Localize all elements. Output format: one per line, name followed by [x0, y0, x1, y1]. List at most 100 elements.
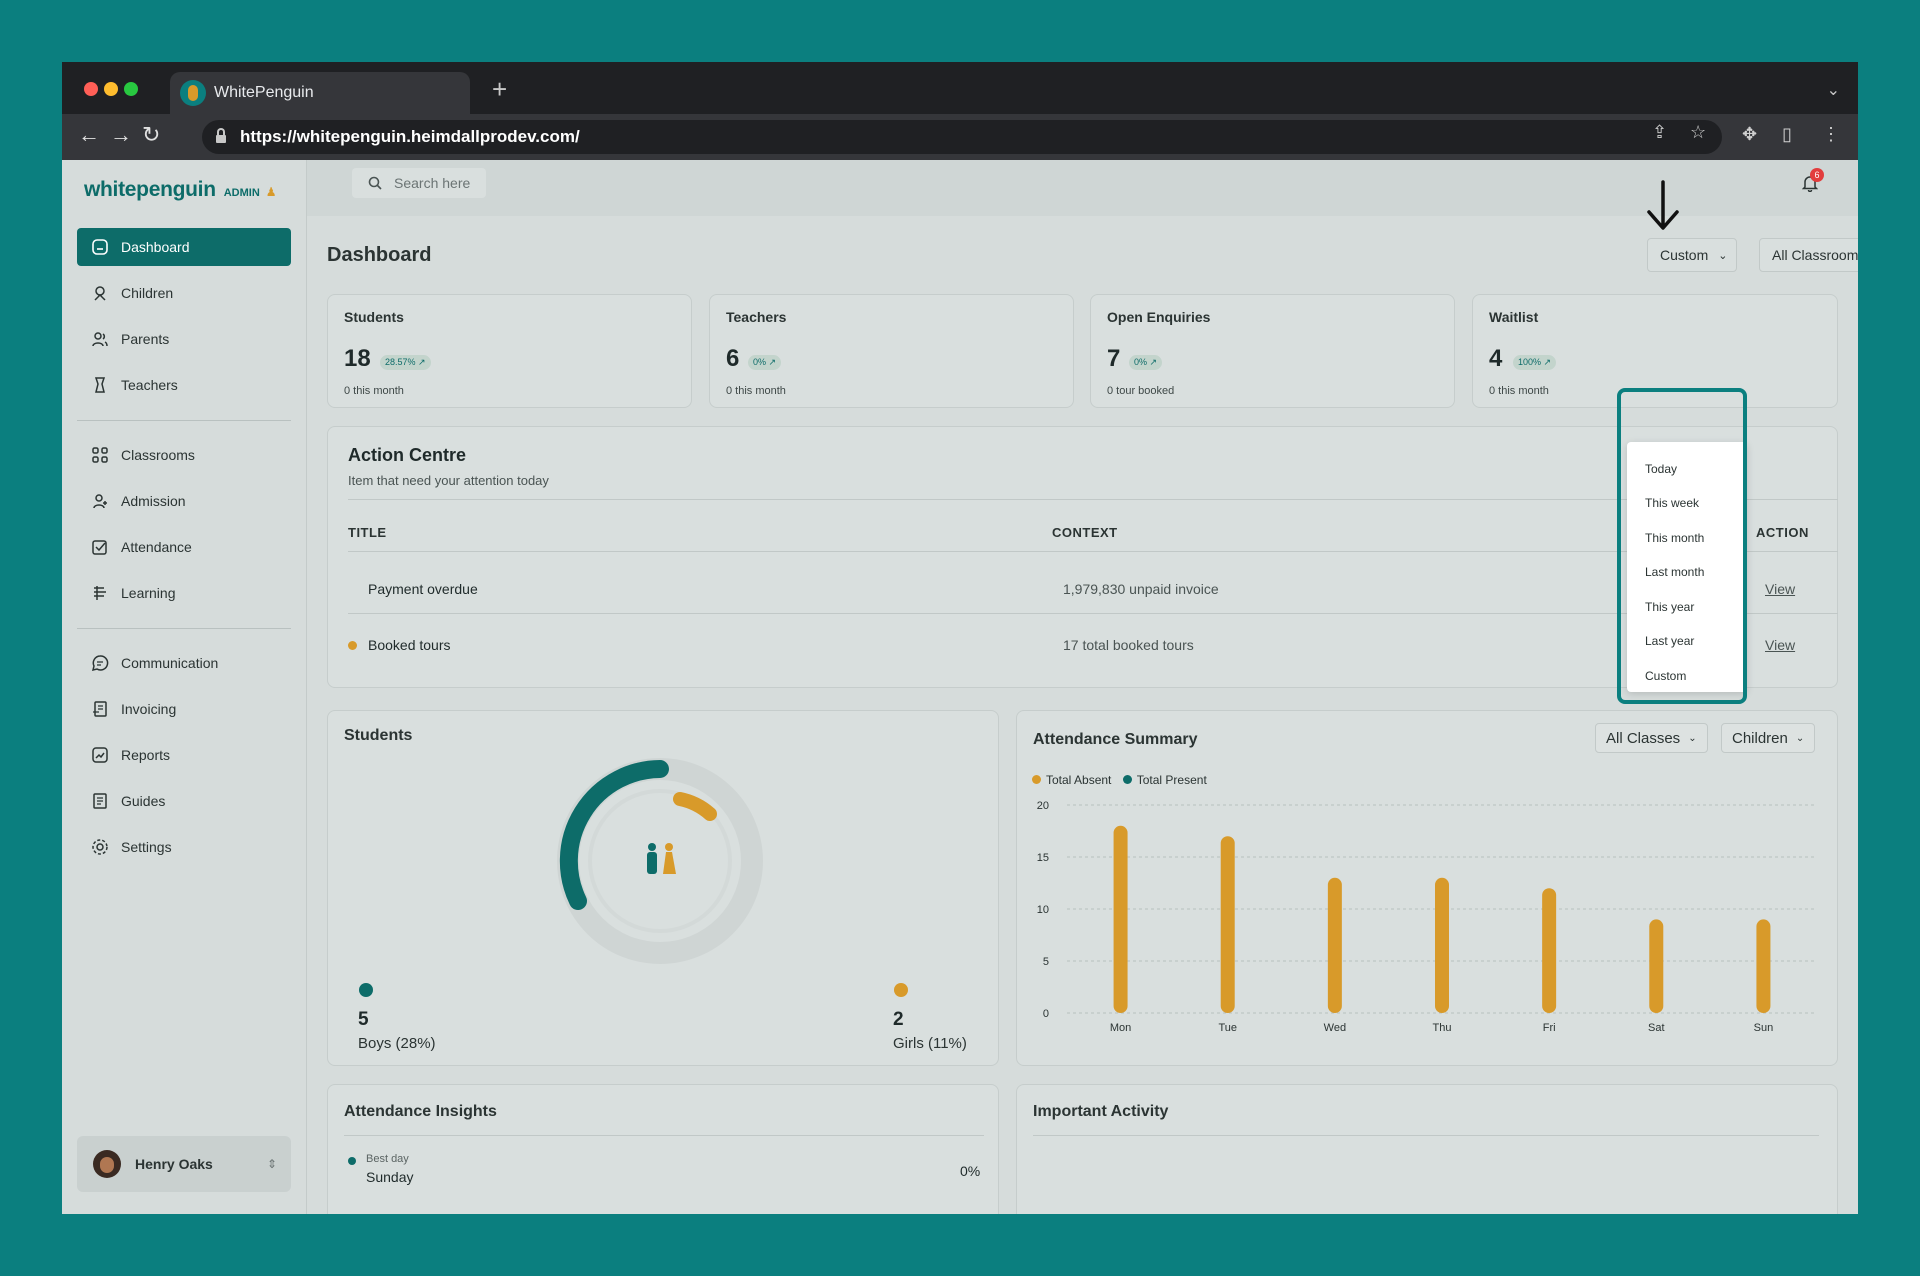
invoicing-icon: [93, 701, 107, 717]
x-tick-label: Tue: [1218, 1022, 1237, 1034]
search-input[interactable]: Search here: [352, 168, 486, 198]
action-centre-subtitle: Item that need your attention today: [348, 473, 549, 488]
sidebar-item-teachers[interactable]: Teachers: [77, 366, 291, 404]
legend-dot: [1122, 775, 1132, 784]
sidebar-item-children[interactable]: Children: [77, 274, 291, 312]
date-range-select[interactable]: Custom ⌄: [1647, 238, 1737, 272]
side-panel-icon[interactable]: ▯: [1782, 124, 1792, 145]
stat-value: 4: [1489, 345, 1503, 372]
main-content: Dashboard Custom ⌄ All Classrooms ⌄ Stud…: [307, 180, 1858, 1214]
back-arrow-icon[interactable]: ←: [78, 122, 100, 148]
legend-dot: [1032, 775, 1041, 784]
y-tick-label: 10: [1037, 904, 1049, 916]
user-name: Henry Oaks: [135, 1156, 213, 1172]
x-tick-label: Wed: [1324, 1022, 1346, 1034]
attendance-summary-title: Attendance Summary: [1033, 731, 1198, 748]
bar-absent-tue: [1220, 836, 1235, 1013]
girls-legend-dot: [894, 983, 908, 997]
sidebar-item-guides[interactable]: Guides: [77, 782, 291, 820]
forward-arrow-icon[interactable]: →: [110, 122, 132, 148]
minimize-window-icon[interactable]: [104, 82, 118, 96]
attendance-icon: [92, 540, 107, 555]
column-header-context: CONTEXT: [1052, 525, 1118, 540]
stat-card-students[interactable]: Students 18 28.57% ↗ 0 this month: [327, 294, 692, 408]
browser-menu-icon[interactable]: ⋮: [1822, 124, 1840, 145]
sidebar-item-dashboard[interactable]: Dashboard: [77, 228, 291, 266]
chevron-down-icon: ⌄: [1795, 732, 1805, 744]
nav-divider: [77, 628, 291, 629]
boys-label: Boys (28%): [358, 1035, 436, 1052]
stat-subtext: 0 tour booked: [1107, 385, 1175, 397]
browser-tab[interactable]: WhitePenguin: [170, 72, 470, 114]
x-tick-label: Mon: [1110, 1022, 1131, 1034]
legend-label: Total Present: [1136, 773, 1207, 787]
tab-list-chevron-icon[interactable]: ⌄: [1827, 80, 1840, 100]
sidebar-item-communication[interactable]: Communication: [77, 644, 291, 682]
row-context: 17 total booked tours: [1063, 637, 1194, 653]
parents-icon: [92, 332, 108, 347]
admin-badge-icon: ♟: [265, 185, 277, 199]
important-activity-card: Important Activity: [1016, 1084, 1838, 1214]
bar-absent-sun: [1756, 919, 1771, 1013]
stat-card-teachers[interactable]: Teachers 6 0% ↗ 0 this month: [709, 294, 1074, 408]
guides-icon: [93, 793, 107, 809]
avatar: [93, 1150, 121, 1178]
boys-count: 5: [358, 1009, 369, 1030]
stat-card-open-enquiries[interactable]: Open Enquiries 7 0% ↗ 0 tour booked: [1090, 294, 1455, 408]
browser-toolbar: ← → ↻ https://whitepenguin.heimdallprode…: [62, 114, 1858, 160]
sidebar-item-invoicing[interactable]: Invoicing: [77, 690, 291, 728]
group-filter-select[interactable]: Children ⌄: [1721, 723, 1816, 753]
extensions-icon[interactable]: ✥: [1742, 124, 1757, 145]
stat-change-badge: 0% ↗: [748, 355, 782, 370]
view-link[interactable]: View: [1765, 637, 1795, 653]
app-topbar: Search here 6: [307, 160, 1858, 216]
stat-value: 7: [1107, 345, 1121, 372]
lock-icon: [216, 128, 226, 143]
best-day-label: Best day: [366, 1153, 409, 1165]
address-bar[interactable]: https://whitepenguin.heimdallprodev.com/: [202, 120, 1722, 154]
sidebar-item-label: Classrooms: [121, 447, 195, 463]
sidebar-item-learning[interactable]: Learning: [77, 574, 291, 612]
x-tick-label: Thu: [1433, 1022, 1452, 1034]
attendance-bar-chart: 0 5 10 15 20 Mon Tue Wed Thu Fri Sat Sun: [1037, 800, 1817, 1034]
sidebar-item-attendance[interactable]: Attendance: [77, 528, 291, 566]
chart-legend: Total Absent Total Present: [1032, 773, 1207, 787]
classroom-select[interactable]: All Classrooms ⌄: [1759, 238, 1858, 272]
sidebar-item-label: Attendance: [121, 539, 192, 555]
sidebar-item-admission[interactable]: Admission: [77, 482, 291, 520]
girls-label: Girls (11%): [893, 1035, 967, 1052]
x-tick-label: Fri: [1543, 1022, 1556, 1034]
star-icon[interactable]: ☆: [1690, 122, 1706, 143]
logo[interactable]: whitepenguin ADMIN ♟: [84, 178, 277, 202]
chevron-up-down-icon: ⇕: [266, 1157, 277, 1171]
sidebar-item-settings[interactable]: Settings: [77, 828, 291, 866]
sidebar-item-reports[interactable]: Reports: [77, 736, 291, 774]
view-link[interactable]: View: [1765, 581, 1795, 597]
user-menu[interactable]: Henry Oaks ⇕: [77, 1136, 291, 1192]
settings-icon: [92, 839, 108, 855]
maximize-window-icon[interactable]: [124, 82, 138, 96]
new-tab-icon[interactable]: +: [492, 74, 507, 105]
legend-item-absent: Total Absent: [1032, 773, 1111, 787]
children-icon: [94, 286, 106, 301]
legend-label: Total Absent: [1046, 773, 1112, 787]
sidebar-item-parents[interactable]: Parents: [77, 320, 291, 358]
date-range-value: Custom: [1660, 247, 1709, 263]
reload-icon[interactable]: ↻: [142, 122, 160, 148]
sidebar-item-label: Children: [121, 285, 174, 301]
stat-value: 6: [726, 345, 740, 372]
communication-icon: [91, 655, 109, 672]
share-icon[interactable]: ⇪: [1652, 122, 1667, 143]
close-window-icon[interactable]: [84, 82, 98, 96]
attendance-summary-card: Attendance Summary All Classes ⌄ Childre…: [1016, 710, 1838, 1066]
divider: [348, 613, 1838, 614]
sidebar-item-classrooms[interactable]: Classrooms: [77, 436, 291, 474]
y-tick-label: 15: [1037, 852, 1049, 864]
stat-label: Open Enquiries: [1107, 309, 1211, 325]
bar-absent-mon: [1113, 825, 1128, 1013]
row-title: Booked tours: [368, 637, 451, 653]
stat-change-badge: 100% ↗: [1513, 355, 1557, 370]
action-centre-card: Action Centre Item that need your attent…: [327, 426, 1838, 688]
nav-divider: [77, 420, 291, 421]
class-filter-select[interactable]: All Classes ⌄: [1595, 723, 1708, 753]
